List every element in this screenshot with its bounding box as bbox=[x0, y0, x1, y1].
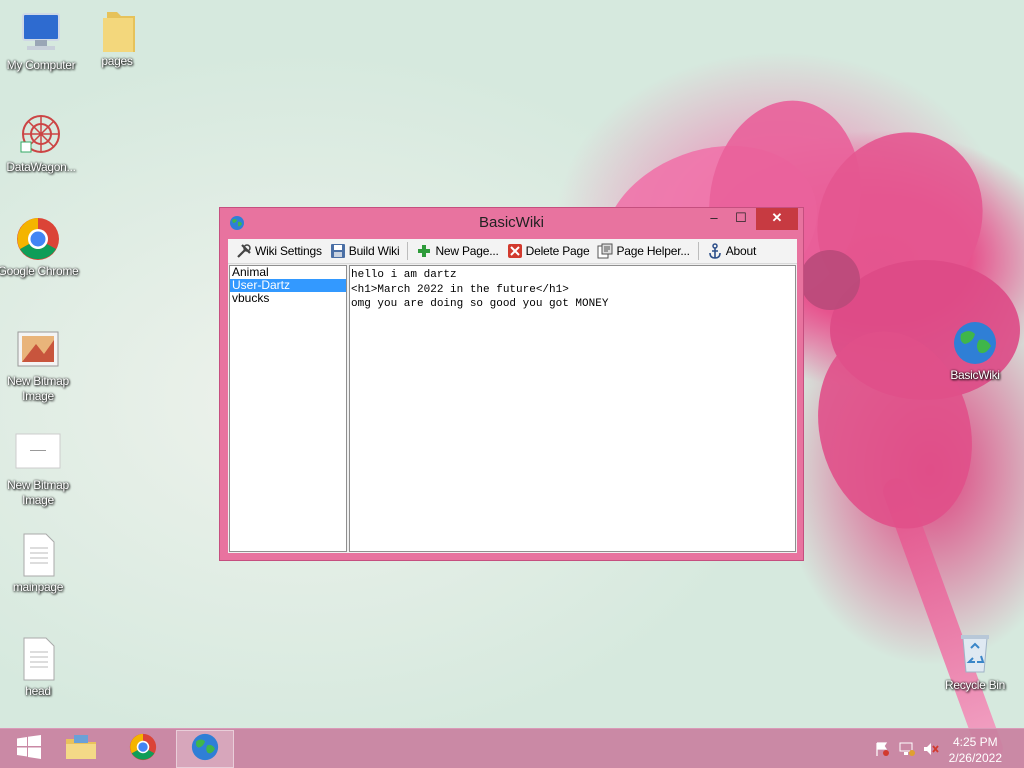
desktop-icon-label: DataWagon... bbox=[6, 160, 76, 174]
desktop-icon-label: Recycle Bin bbox=[944, 678, 1006, 692]
desktop-icon-label: Google Chrome bbox=[0, 264, 79, 278]
bitmap-blank-icon bbox=[14, 430, 62, 476]
flower-center bbox=[800, 250, 860, 310]
desktop-icon-label: New Bitmap Image bbox=[7, 374, 69, 403]
clock-date: 2/26/2022 bbox=[948, 751, 1002, 765]
desktop-icon-label: My Computer bbox=[6, 58, 76, 72]
desktop-icon-label: mainpage bbox=[12, 580, 64, 594]
editor-line: <h1>March 2022 in the future</h1> bbox=[351, 283, 569, 296]
taskbar-file-explorer[interactable] bbox=[52, 730, 110, 768]
desktop-icon-new-bitmap-1[interactable]: New Bitmap Image bbox=[0, 326, 79, 404]
about-label: About bbox=[725, 244, 757, 258]
page-list[interactable]: Animal User-Dartz vbucks bbox=[229, 265, 347, 552]
chrome-icon bbox=[14, 216, 62, 262]
desktop-icon-google-chrome[interactable]: Google Chrome bbox=[0, 216, 79, 279]
maximize-button[interactable]: ☐ bbox=[727, 208, 755, 230]
editor-line: omg you are doing so good you got MONEY bbox=[351, 298, 609, 310]
desktop-icon-recycle-bin[interactable]: Recycle Bin bbox=[934, 630, 1016, 693]
toolbar-separator bbox=[407, 242, 409, 260]
tools-icon bbox=[236, 243, 252, 259]
action-center-flag-icon[interactable] bbox=[874, 741, 890, 760]
desktop-icon-mainpage[interactable]: mainpage bbox=[0, 532, 79, 595]
page-helper-label: Page Helper... bbox=[616, 244, 690, 258]
folder-icon bbox=[64, 733, 98, 766]
desktop-icon-datawagon[interactable]: DataWagon... bbox=[0, 112, 82, 175]
toolbar: Wiki Settings Build Wiki New Page... Del bbox=[228, 239, 797, 264]
close-button[interactable]: ✕ bbox=[756, 208, 798, 230]
document-icon bbox=[14, 532, 62, 578]
desktop-icon-new-bitmap-2[interactable]: New Bitmap Image bbox=[0, 430, 79, 508]
delete-page-label: Delete Page bbox=[525, 244, 590, 258]
new-page-label: New Page... bbox=[435, 244, 499, 258]
wiki-settings-label: Wiki Settings bbox=[255, 244, 322, 258]
bitmap-icon bbox=[14, 326, 62, 372]
editor-line: hello i am dartz bbox=[351, 269, 457, 281]
page-editor[interactable]: hello i am dartz <h1>March 2022 in the fu… bbox=[349, 265, 796, 552]
chrome-icon bbox=[128, 732, 158, 767]
basicwiki-window: BasicWiki – ☐ ✕ Wiki Settings Build Wiki bbox=[219, 207, 804, 561]
save-icon bbox=[330, 243, 346, 259]
delete-icon bbox=[507, 243, 523, 259]
volume-muted-icon[interactable] bbox=[922, 741, 940, 760]
desktop-icon-label: New Bitmap Image bbox=[7, 478, 69, 507]
toolbar-separator bbox=[697, 242, 699, 260]
page-list-item[interactable]: vbucks bbox=[230, 292, 346, 305]
network-icon[interactable] bbox=[898, 741, 916, 760]
computer-icon bbox=[17, 10, 65, 56]
wiki-settings-button[interactable]: Wiki Settings bbox=[232, 240, 326, 262]
page-helper-icon bbox=[597, 243, 613, 259]
globe-icon bbox=[190, 732, 220, 767]
folder-icon bbox=[93, 6, 141, 52]
window-client: Wiki Settings Build Wiki New Page... Del bbox=[228, 239, 797, 553]
build-wiki-button[interactable]: Build Wiki bbox=[326, 240, 404, 262]
desktop-icon-label: pages bbox=[101, 54, 133, 68]
globe-icon bbox=[951, 320, 999, 366]
desktop-icon-label: BasicWiki bbox=[950, 368, 1000, 382]
clock-time: 4:25 PM bbox=[952, 735, 998, 749]
desktop-icon-head[interactable]: head bbox=[0, 636, 79, 699]
minimize-button[interactable]: – bbox=[700, 208, 728, 230]
new-page-button[interactable]: New Page... bbox=[412, 240, 502, 262]
taskbar: 4:25 PM 2/26/2022 bbox=[0, 728, 1024, 768]
desktop-icon-pages[interactable]: pages bbox=[76, 6, 158, 69]
taskbar-basicwiki[interactable] bbox=[176, 730, 234, 768]
system-clock[interactable]: 4:25 PM 2/26/2022 bbox=[949, 734, 1002, 766]
desktop-icon-my-computer[interactable]: My Computer bbox=[0, 10, 82, 73]
document-icon bbox=[14, 636, 62, 682]
desktop-icon-label: head bbox=[25, 684, 51, 698]
window-titlebar[interactable]: BasicWiki – ☐ ✕ bbox=[220, 208, 803, 238]
windows-icon bbox=[16, 734, 42, 764]
page-helper-button[interactable]: Page Helper... bbox=[593, 240, 693, 262]
taskbar-chrome[interactable] bbox=[114, 730, 172, 768]
delete-page-button[interactable]: Delete Page bbox=[503, 240, 594, 262]
build-wiki-label: Build Wiki bbox=[348, 244, 400, 258]
datawagon-icon bbox=[17, 112, 65, 158]
plus-icon bbox=[416, 243, 432, 259]
about-button[interactable]: About bbox=[703, 240, 760, 262]
anchor-icon bbox=[707, 243, 723, 259]
recycle-bin-icon bbox=[951, 630, 999, 676]
desktop-icon-basicwiki[interactable]: BasicWiki bbox=[934, 320, 1016, 383]
start-button[interactable] bbox=[0, 730, 58, 768]
